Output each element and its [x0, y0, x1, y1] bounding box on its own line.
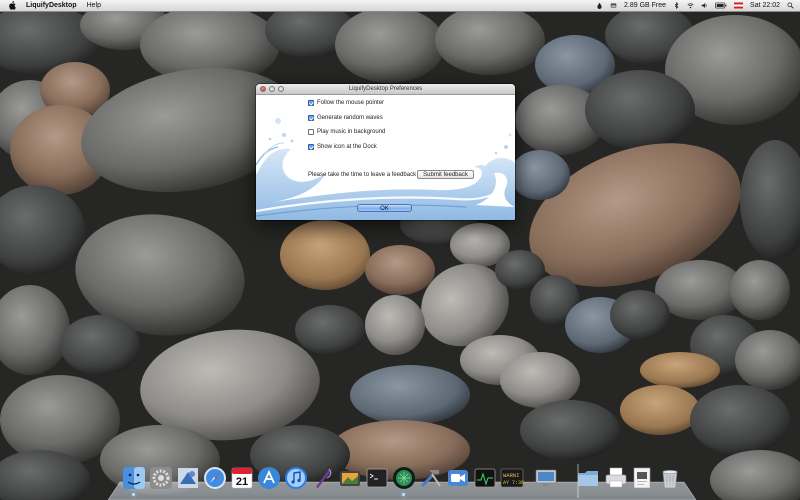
- xcode-icon[interactable]: [419, 466, 443, 490]
- terminal-icon[interactable]: [365, 466, 389, 490]
- drop-icon[interactable]: [596, 2, 603, 9]
- flag-icon[interactable]: [734, 2, 744, 9]
- itunes-icon[interactable]: [284, 466, 308, 490]
- window-title: LiquifyDesktop Preferences: [348, 86, 423, 92]
- document-icon[interactable]: [630, 466, 654, 490]
- app-store-icon[interactable]: [257, 466, 281, 490]
- zoom-button[interactable]: [278, 86, 284, 92]
- desktop-wallpaper: [0, 0, 800, 500]
- close-button[interactable]: [260, 86, 266, 92]
- svg-text:WARNI: WARNI: [503, 472, 520, 479]
- safari-icon[interactable]: [203, 466, 227, 490]
- battery-icon[interactable]: [715, 2, 727, 9]
- svg-text:AY 7:36: AY 7:36: [503, 480, 524, 486]
- random-waves-checkbox[interactable]: [308, 115, 314, 121]
- follow-mouse-label: Follow the mouse pointer: [317, 100, 385, 106]
- bluetooth-icon[interactable]: [673, 2, 680, 9]
- ok-button[interactable]: OK: [357, 204, 412, 212]
- liquify-icon[interactable]: [392, 466, 416, 490]
- ical-day-number: 21: [236, 476, 248, 488]
- menu-clock[interactable]: Sat 22:02: [750, 2, 780, 9]
- display-icon[interactable]: [534, 466, 558, 490]
- follow-mouse-checkbox[interactable]: [308, 100, 314, 106]
- volume-icon[interactable]: [701, 2, 708, 9]
- menu-item-help[interactable]: Help: [87, 2, 101, 9]
- preferences-window: LiquifyDesktop Preferences Follow the mo…: [256, 84, 515, 220]
- quill-icon[interactable]: [311, 466, 335, 490]
- folder-icon[interactable]: [576, 466, 600, 490]
- spotlight-icon[interactable]: [787, 2, 794, 9]
- trash-icon[interactable]: [658, 466, 682, 490]
- feedback-prompt: Please take the time to leave a feedback: [308, 172, 417, 178]
- show-dock-icon-checkbox[interactable]: [308, 144, 314, 150]
- apple-icon[interactable]: [8, 1, 17, 10]
- preferences-content: Follow the mouse pointer Generate random…: [256, 95, 515, 220]
- option-random-waves[interactable]: Generate random waves: [308, 115, 383, 121]
- finder-running-indicator: [132, 493, 135, 496]
- disk-icon[interactable]: [610, 2, 617, 9]
- menu-bar: LiquifyDesktop Help 2.89 GB Free Sat 22:…: [0, 0, 800, 12]
- random-waves-label: Generate random waves: [317, 115, 383, 121]
- play-music-label: Play music in background: [317, 129, 386, 135]
- window-titlebar[interactable]: LiquifyDesktop Preferences: [256, 84, 515, 95]
- ical-icon[interactable]: 21: [230, 466, 254, 490]
- system-preferences-icon[interactable]: [149, 466, 173, 490]
- menu-app-name[interactable]: LiquifyDesktop: [26, 2, 77, 9]
- play-music-checkbox[interactable]: [308, 129, 314, 135]
- activity-monitor-icon[interactable]: [473, 466, 497, 490]
- disk-free-status[interactable]: 2.89 GB Free: [624, 2, 666, 9]
- finder-icon[interactable]: [122, 466, 146, 490]
- submit-feedback-button[interactable]: Submit feedback: [417, 170, 474, 179]
- preview-icon[interactable]: [176, 466, 200, 490]
- option-show-dock-icon[interactable]: Show icon at the Dock: [308, 144, 377, 150]
- show-dock-icon-label: Show icon at the Dock: [317, 144, 377, 150]
- console-icon[interactable]: WARNI AY 7:36: [500, 466, 524, 490]
- option-follow-mouse[interactable]: Follow the mouse pointer: [308, 100, 384, 106]
- minimize-button[interactable]: [269, 86, 275, 92]
- facetime-icon[interactable]: [446, 466, 470, 490]
- wifi-icon[interactable]: [687, 2, 694, 9]
- wave-splash-decoration: [256, 118, 515, 220]
- option-play-music[interactable]: Play music in background: [308, 129, 385, 135]
- liquify-running-indicator: [402, 493, 405, 496]
- iphoto-icon[interactable]: [338, 466, 362, 490]
- printer-icon[interactable]: [604, 466, 628, 490]
